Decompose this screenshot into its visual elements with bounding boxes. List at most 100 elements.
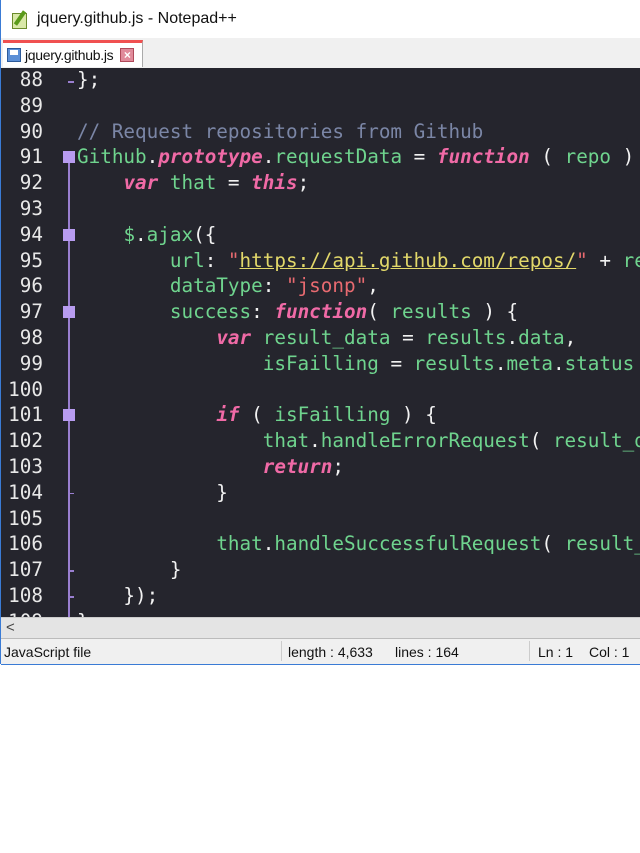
code-token: = (402, 326, 426, 349)
code-token: }; (77, 68, 101, 91)
code-token: meta (506, 351, 553, 375)
code-line[interactable]: 99 isFailling = results.meta.status (1, 351, 640, 377)
saved-file-icon (7, 48, 21, 62)
notepadpp-app-icon (11, 10, 29, 29)
code-token: result_data (251, 326, 403, 349)
fold-toggle-icon[interactable] (63, 228, 75, 241)
code-text: var result_data = results.data, (77, 325, 576, 351)
code-text: $.ajax({ (77, 222, 216, 248)
code-text: } (77, 480, 228, 506)
code-token: = (227, 171, 252, 195)
code-token: ) { (390, 403, 437, 427)
code-token: ; (297, 171, 310, 195)
code-line[interactable]: 89 (1, 93, 640, 119)
code-token: ) { (471, 300, 519, 324)
code-token: that (158, 171, 228, 195)
code-line[interactable]: 101 if ( isFailling ) { (1, 402, 640, 428)
line-number: 94 (19, 222, 43, 246)
code-token: re (622, 248, 640, 272)
code-token: ( (529, 145, 565, 169)
code-line[interactable]: 91 Github.prototype.requestData = functio… (1, 144, 640, 170)
code-token: dataType (169, 274, 263, 298)
line-number: 103 (8, 455, 43, 478)
code-line[interactable]: 92 var that = this; (1, 170, 640, 196)
code-token: handleSuccessfulRequest (274, 532, 542, 556)
code-token: // Request repositories from Github (77, 119, 484, 143)
code-line[interactable]: 107 } (1, 557, 640, 583)
fold-toggle-icon[interactable] (63, 151, 75, 164)
fold-toggle-icon[interactable] (63, 306, 75, 319)
code-token: }); (77, 584, 159, 607)
status-length: length : 4,633 (288, 644, 373, 660)
fold-end-marker (68, 81, 74, 83)
code-line[interactable]: 96 dataType: "jsonp", (1, 273, 640, 299)
code-text: // Request repositories from Github (77, 119, 483, 145)
code-token: result_d (552, 429, 640, 453)
status-lines: lines : 164 (395, 644, 459, 660)
code-text: dataType: "jsonp", (77, 273, 379, 299)
code-line[interactable]: 90 // Request repositories from Github (1, 119, 640, 145)
code-text: }); (77, 583, 158, 609)
code-line[interactable]: 100 (1, 377, 640, 403)
code-token: = (413, 145, 437, 169)
code-token: results (390, 300, 472, 324)
code-text: success: function( results ) { (77, 299, 518, 325)
fold-toggle-icon[interactable] (63, 409, 75, 422)
code-token: requestData (274, 145, 414, 169)
line-number: 89 (19, 93, 43, 117)
code-line[interactable]: 109}; (1, 609, 640, 617)
code-token: status (564, 351, 635, 375)
code-line[interactable]: 106 that.handleSuccessfulRequest( result… (1, 531, 640, 557)
code-token: that (216, 532, 263, 556)
close-tab-icon[interactable]: × (120, 48, 135, 62)
code-line[interactable]: 94 $.ajax({ (1, 222, 640, 248)
tab-jquery-github-js[interactable]: jquery.github.js × (3, 40, 143, 67)
code-token: : (251, 300, 275, 324)
horizontal-scrollbar[interactable]: < (1, 617, 640, 639)
tab-bar: jquery.github.js × (1, 38, 640, 69)
code-token: Github (77, 145, 147, 169)
line-number: 109 (1, 609, 43, 617)
status-bar: JavaScript file length : 4,633 lines : 1… (1, 638, 640, 665)
code-token: ( (367, 300, 391, 324)
code-line[interactable]: 98 var result_data = results.data, (1, 325, 640, 351)
code-line[interactable]: 102 that.handleErrorRequest( result_d (1, 428, 640, 454)
code-token: }; (77, 610, 100, 617)
line-number: 95 (19, 248, 43, 272)
code-line[interactable]: 103 return; (1, 454, 640, 480)
code-token: ajax (146, 222, 194, 246)
code-line[interactable]: 104 } (1, 480, 640, 506)
code-token: ( (529, 429, 553, 453)
code-token: "jsonp" (285, 274, 368, 298)
code-token: that (262, 429, 310, 453)
code-line[interactable]: 97 success: function( results ) { (1, 299, 640, 325)
code-token: function (436, 145, 530, 169)
code-editor[interactable]: 88}; 89 90// Request repositories from Git… (1, 68, 640, 617)
line-number: 98 (19, 326, 43, 349)
code-token: repo (564, 145, 612, 169)
code-text: that.handleSuccessfulRequest( result_ (77, 531, 640, 557)
code-token: . (146, 145, 159, 169)
code-token: isFailling (274, 403, 391, 427)
line-number: 99 (19, 351, 43, 375)
code-line[interactable]: 105 (1, 506, 640, 532)
code-token: " (576, 248, 588, 272)
code-line[interactable]: 95 url: "https://api.github.com/repos/" … (1, 248, 640, 274)
status-divider (529, 641, 530, 661)
scroll-left-arrow-icon[interactable]: < (6, 618, 15, 638)
line-number: 97 (19, 300, 43, 324)
code-token: : (262, 274, 286, 298)
code-line[interactable]: 88}; (1, 68, 640, 93)
code-line[interactable]: 93 (1, 196, 640, 222)
code-token: handleErrorRequest (320, 429, 530, 453)
code-token: . (262, 145, 275, 169)
code-token: var (216, 326, 252, 349)
code-token: url (169, 248, 205, 272)
code-line[interactable]: 108 }); (1, 583, 640, 609)
code-text: isFailling = results.meta.status (77, 351, 635, 377)
